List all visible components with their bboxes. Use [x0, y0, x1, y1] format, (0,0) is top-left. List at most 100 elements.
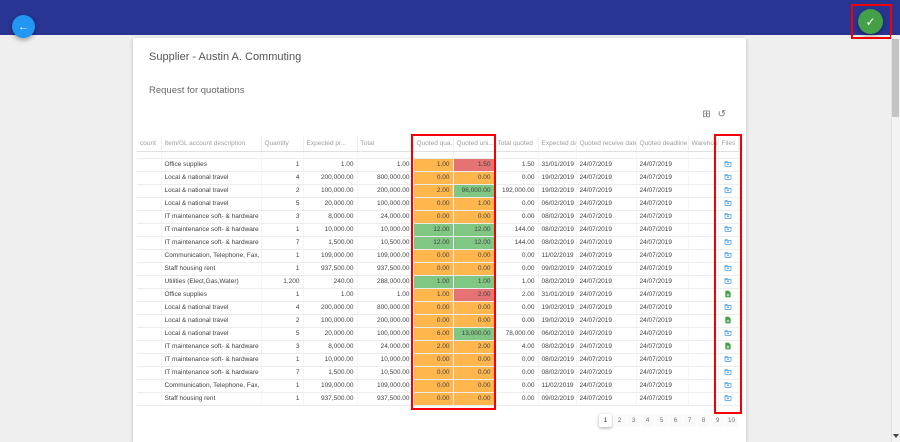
- scroll-down-icon[interactable]: [892, 432, 899, 440]
- table-cell: 0.00: [412, 378, 454, 393]
- grid-icon[interactable]: ⊞: [702, 110, 710, 121]
- page-button-2[interactable]: 2: [613, 414, 626, 427]
- table-cell: 24/07/2019: [576, 275, 637, 289]
- scrollbar-thumb[interactable]: [892, 39, 899, 117]
- column-header[interactable]: Warehouse: [688, 137, 719, 152]
- open-folder-blue-icon[interactable]: [724, 277, 732, 285]
- table-cell: [688, 340, 719, 354]
- table-cell: 0.00: [452, 170, 495, 185]
- table-row[interactable]: Local & national travel 2 100,000.00 200,00…: [137, 183, 739, 198]
- table-cell: 144.00: [494, 236, 539, 250]
- page-button-1[interactable]: 1: [599, 414, 612, 427]
- table-cell: 0.00: [452, 365, 495, 380]
- table-row[interactable]: Local & national travel 5 20,000.00 100,000…: [137, 196, 739, 211]
- page-button-5[interactable]: 5: [655, 414, 668, 427]
- open-folder-blue-icon[interactable]: [724, 303, 732, 311]
- open-folder-blue-icon[interactable]: [724, 225, 732, 233]
- table-row[interactable]: Local & national travel 4 200,000.00 800,00…: [137, 170, 739, 185]
- table-cell: [688, 262, 719, 276]
- table-row[interactable]: Staff housing rent 1 937,500.00 937,500.00 0…: [137, 391, 739, 406]
- column-header[interactable]: Quoted uni...: [453, 137, 495, 152]
- open-folder-blue-icon[interactable]: [724, 251, 732, 259]
- vertical-scrollbar[interactable]: [891, 35, 900, 442]
- column-header[interactable]: Files: [718, 137, 739, 152]
- table-cell: 24/07/2019: [576, 210, 637, 224]
- files-cell: [718, 249, 739, 263]
- table-cell: [688, 379, 719, 393]
- column-header[interactable]: Quoted qua...: [413, 137, 454, 152]
- undo-icon[interactable]: ↺: [718, 110, 726, 121]
- table-row[interactable]: IT maintenance soft- & hardware 7 1,500.00…: [137, 235, 739, 250]
- table-cell: 0.00: [494, 392, 539, 406]
- table-cell: 10,000.00: [303, 223, 358, 237]
- table-row[interactable]: Local & national travel 4 200,000.00 800,00…: [137, 300, 739, 315]
- arrow-left-icon: ←: [18, 20, 29, 33]
- table-row[interactable]: Local & national travel 2 100,000.00 200,00…: [137, 313, 739, 328]
- confirm-button[interactable]: ✓: [858, 9, 883, 34]
- open-folder-blue-icon[interactable]: [724, 329, 732, 337]
- page-button-4[interactable]: 4: [641, 414, 654, 427]
- column-header[interactable]: Quoted deadline: [636, 137, 689, 152]
- table-row[interactable]: IT maintenance soft- & hardware 1 10,000.0…: [137, 222, 739, 237]
- table-row[interactable]: Office supplies 1 1.00 1.00 1.00 2.00 2.00 31/0…: [137, 287, 739, 302]
- open-folder-blue-icon[interactable]: [724, 160, 732, 168]
- table-row[interactable]: Local & national travel 5 20,000.00 100,000…: [137, 326, 739, 341]
- table-row[interactable]: Office supplies 1 1.00 1.00 1.00 1.50 1.50 31/0…: [137, 157, 739, 172]
- column-header[interactable]: Expected date: [538, 137, 577, 152]
- table-cell: 1: [261, 288, 304, 302]
- open-folder-blue-icon[interactable]: [724, 238, 732, 246]
- add-file-green-icon[interactable]: [724, 316, 732, 324]
- column-header[interactable]: Expected pr...: [303, 137, 358, 152]
- page-button-8[interactable]: 8: [697, 414, 710, 427]
- table-cell: 08/02/2019: [538, 210, 577, 224]
- open-folder-blue-icon[interactable]: [724, 199, 732, 207]
- column-header[interactable]: count: [137, 137, 162, 152]
- page-button-6[interactable]: 6: [669, 414, 682, 427]
- back-button[interactable]: ←: [12, 15, 35, 38]
- table-row[interactable]: IT maintenance soft- & hardware 7 1,500.00…: [137, 365, 739, 380]
- page-button-9[interactable]: 9: [711, 414, 724, 427]
- table-row[interactable]: IT maintenance soft- & hardware 1 10,000.0…: [137, 352, 739, 367]
- blank-cell: [453, 151, 495, 159]
- table-row[interactable]: IT maintenance soft- & hardware 3 8,000.00…: [137, 339, 739, 354]
- table-row[interactable]: Communication, Telephone, Fax, Int. 1 109,…: [137, 248, 739, 263]
- column-header[interactable]: Item/GL account description: [161, 137, 262, 152]
- open-folder-blue-icon[interactable]: [724, 264, 732, 272]
- page-button-7[interactable]: 7: [683, 414, 696, 427]
- open-folder-blue-icon[interactable]: [724, 173, 732, 181]
- table-cell: 288,000.00: [357, 275, 414, 289]
- table-cell: 1: [261, 223, 304, 237]
- table-cell: Staff housing rent: [161, 262, 262, 276]
- column-header[interactable]: Quantity: [261, 137, 304, 152]
- add-file-green-icon[interactable]: [724, 342, 732, 350]
- table-cell: 24,000.00: [357, 210, 414, 224]
- open-folder-blue-icon[interactable]: [724, 381, 732, 389]
- column-header[interactable]: Total: [357, 137, 414, 152]
- table-row[interactable]: Staff housing rent 1 937,500.00 937,500.00 0…: [137, 261, 739, 276]
- page-button-3[interactable]: 3: [627, 414, 640, 427]
- open-folder-blue-icon[interactable]: [724, 394, 732, 402]
- page-button-10[interactable]: 10: [725, 414, 738, 427]
- add-file-green-icon[interactable]: [724, 290, 732, 298]
- table-cell: 937,500.00: [357, 392, 414, 406]
- blank-cell: [303, 151, 358, 159]
- open-folder-blue-icon[interactable]: [724, 212, 732, 220]
- table-cell: 2.00: [452, 339, 495, 354]
- table-cell: 937,500.00: [357, 262, 414, 276]
- column-header[interactable]: Quoted receive date: [576, 137, 637, 152]
- files-cell: [718, 353, 739, 367]
- table-cell: 08/02/2019: [538, 275, 577, 289]
- table-cell: 1.00: [357, 288, 414, 302]
- files-cell: [718, 184, 739, 198]
- column-header[interactable]: Total quoted: [494, 137, 539, 152]
- table-cell: 24/07/2019: [636, 223, 689, 237]
- open-folder-blue-icon[interactable]: [724, 186, 732, 194]
- open-folder-blue-icon[interactable]: [724, 368, 732, 376]
- table-cell: 0.00: [452, 352, 495, 367]
- blank-cell: [688, 151, 719, 159]
- open-folder-blue-icon[interactable]: [724, 355, 732, 363]
- table-row[interactable]: IT maintenance soft- & hardware 3 8,000.00…: [137, 209, 739, 224]
- table-cell: 24/07/2019: [576, 197, 637, 211]
- table-row[interactable]: Utilities (Elect,Gas,Water) 1,200 240.00 28…: [137, 274, 739, 289]
- table-row[interactable]: Communication, Telephone, Fax, Int. 1 109,…: [137, 378, 739, 393]
